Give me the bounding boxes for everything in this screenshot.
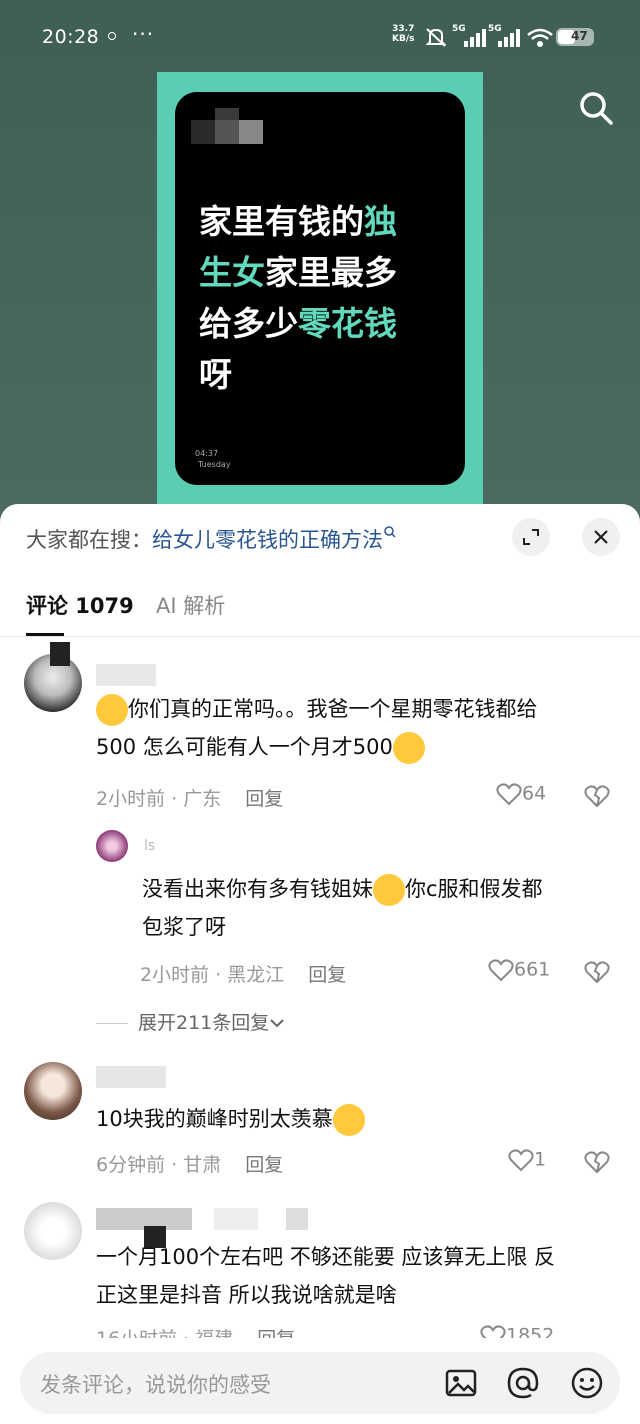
comment-meta: 6分钟前 · 甘肃 回复 <box>96 1154 284 1176</box>
status-more: ··· <box>132 22 155 46</box>
video-poster[interactable]: 家里有钱的独 生女家里最多 给多少零花钱 呀 04:37 Tuesday <box>157 72 483 512</box>
heart-icon <box>488 959 514 982</box>
expand-icon <box>523 529 539 545</box>
tab-comments[interactable]: 评论 1079 <box>26 590 134 620</box>
signal-strength-icon <box>498 29 520 47</box>
dislike-icon[interactable] <box>584 784 610 808</box>
dislike-icon[interactable] <box>584 960 610 984</box>
status-bar: 20:28 ··· 33.7 KB/s 5G 5G 47 <box>0 0 640 76</box>
search-icon <box>384 526 396 538</box>
active-tab-indicator <box>26 633 64 636</box>
blurred-username <box>96 1066 166 1088</box>
heart-icon <box>496 783 522 806</box>
mention-icon[interactable] <box>506 1366 540 1400</box>
comment-tabs: 评论 1079 AI 解析 <box>0 582 640 637</box>
comment-text: 你们真的正常吗。。我爸一个星期零花钱都给 500 怎么可能有人一个月才500 <box>96 690 626 766</box>
comment-input[interactable]: 发条评论，说说你的感受 <box>40 1369 271 1399</box>
avatar[interactable] <box>96 830 128 862</box>
like-button[interactable]: 64 <box>496 782 546 806</box>
battery-level: 47 <box>571 29 588 43</box>
poster-headline: 家里有钱的独 生女家里最多 给多少零花钱 呀 <box>199 202 397 394</box>
poster-phone-frame: 家里有钱的独 生女家里最多 给多少零花钱 呀 04:37 Tuesday <box>175 92 465 485</box>
reply-username: ls <box>144 838 156 854</box>
blurred-username <box>286 1208 308 1230</box>
heart-icon <box>480 1325 506 1338</box>
close-icon <box>594 530 608 544</box>
blurred-username <box>50 642 70 666</box>
notification-dot-icon <box>108 32 116 40</box>
comment-text: 没看出来你有多有钱姐妹 你c服和假发都 包浆了呀 <box>142 870 622 946</box>
poster-timestamp: 04:37 Tuesday <box>195 449 231 469</box>
close-sheet-button[interactable] <box>582 518 620 556</box>
comment-text: 10块我的巅峰时别太羡慕 <box>96 1100 616 1138</box>
blurred-username <box>214 1208 258 1230</box>
dislike-icon[interactable] <box>584 1150 610 1174</box>
wifi-icon <box>527 28 553 47</box>
comment-meta: 2小时前 · 广东 回复 <box>96 788 284 810</box>
pleading-emoji-icon <box>96 694 128 726</box>
avatar[interactable] <box>24 1202 82 1260</box>
like-button[interactable]: 661 <box>488 958 550 982</box>
battery-icon: 47 <box>556 28 594 46</box>
mute-icon <box>425 28 447 47</box>
image-icon[interactable] <box>444 1366 478 1400</box>
star-struck-emoji-icon <box>332 1104 365 1136</box>
tab-ai-analysis[interactable]: AI 解析 <box>156 590 225 620</box>
reply-button[interactable]: 回复 <box>308 964 346 986</box>
comments-sheet: 大家都在搜：给女儿零花钱的正确方法 评论 1079 AI 解析 你们真的正常吗。… <box>0 504 640 1424</box>
comment-text: 一个月100个左右吧 不够还能要 应该算无上限 反 正这里是抖音 所以我说啥就是… <box>96 1245 556 1307</box>
emoji-icon[interactable] <box>570 1366 604 1400</box>
expand-replies-button[interactable]: 展开211条回复 <box>96 1008 285 1035</box>
heart-icon <box>508 1149 534 1172</box>
expand-sheet-button[interactable] <box>512 518 550 556</box>
status-time: 20:28 <box>42 26 100 48</box>
signal-strength-icon <box>464 29 486 47</box>
comment-composer[interactable]: 发条评论，说说你的感受 <box>20 1352 620 1414</box>
chevron-down-icon <box>270 1019 284 1028</box>
network-speed: 33.7 KB/s <box>392 24 415 44</box>
avatar[interactable] <box>24 1062 82 1120</box>
pleading-emoji-icon <box>392 732 425 764</box>
reply-button[interactable]: 回复 <box>245 1154 283 1176</box>
search-suggestion[interactable]: 大家都在搜：给女儿零花钱的正确方法 <box>26 524 397 554</box>
cut-off-comment-row: 16小时前 · 福建回复 1852 <box>0 1324 640 1338</box>
reply-button[interactable]: 回复 <box>245 788 283 810</box>
blurred-username <box>96 664 156 686</box>
search-icon[interactable] <box>576 88 616 128</box>
comment-meta: 2小时前 · 黑龙江 回复 <box>140 964 347 986</box>
like-button[interactable]: 1 <box>508 1148 546 1172</box>
crying-emoji-icon <box>373 874 405 906</box>
